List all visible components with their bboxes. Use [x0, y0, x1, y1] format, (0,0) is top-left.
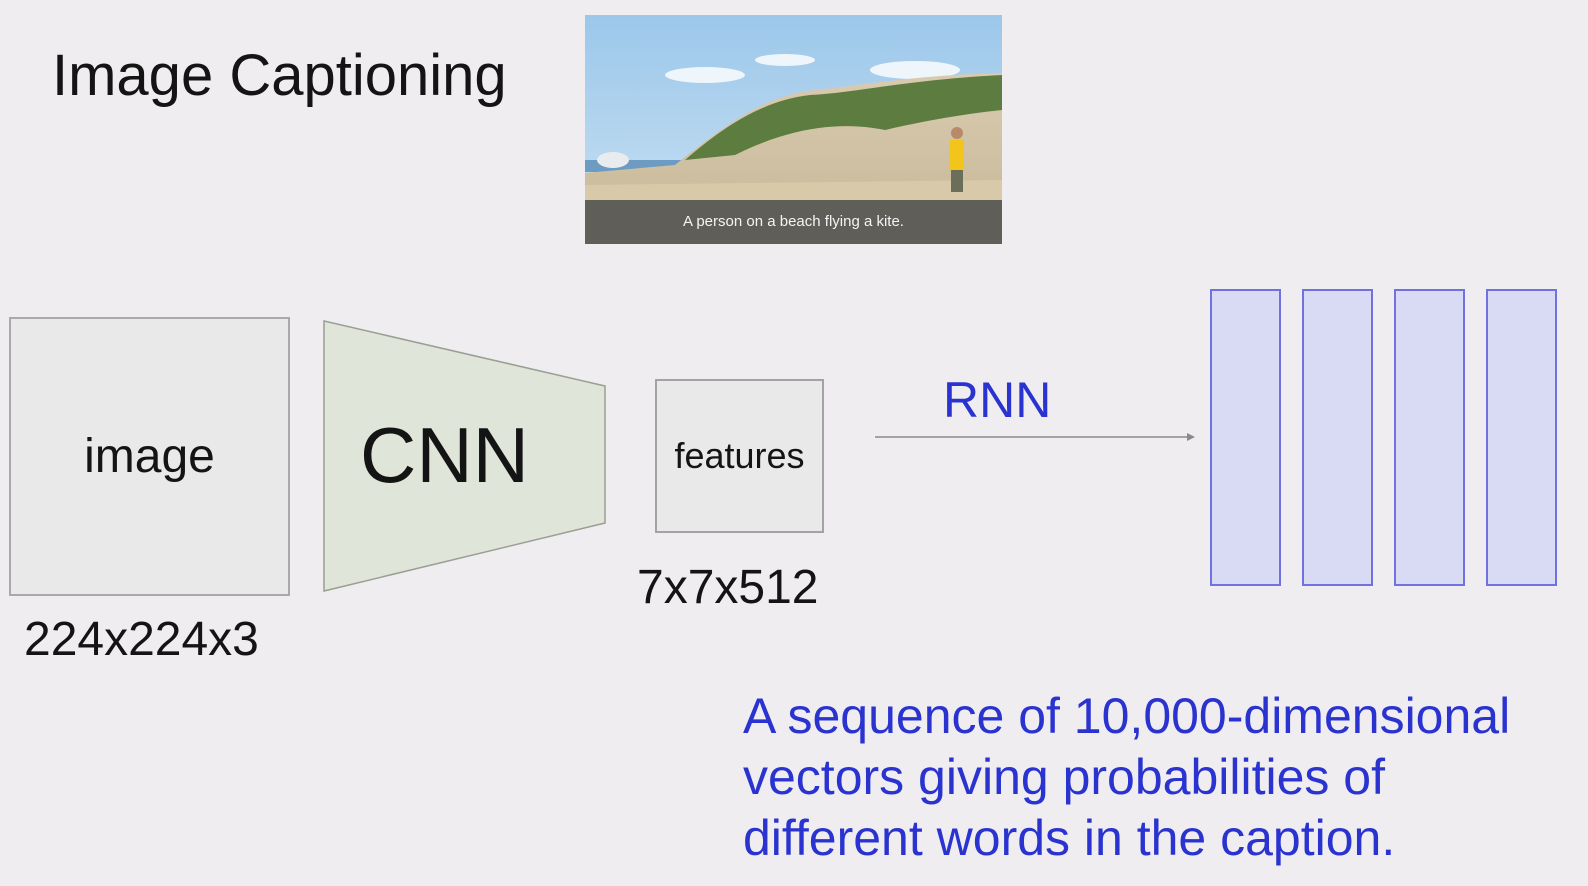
output-vector-1 — [1210, 289, 1281, 586]
input-image-dimensions: 224x224x3 — [24, 613, 259, 666]
slide-title: Image Captioning — [52, 43, 507, 108]
input-image-box: image — [9, 317, 290, 596]
photo-caption: A person on a beach flying a kite. — [585, 200, 1002, 244]
rnn-label: RNN — [943, 372, 1052, 428]
example-photo: A person on a beach flying a kite. — [585, 15, 1002, 244]
features-dimensions: 7x7x512 — [637, 561, 819, 614]
output-vector-2 — [1302, 289, 1373, 586]
rnn-arrow — [875, 433, 1195, 441]
features-label: features — [674, 435, 805, 476]
output-description: A sequence of 10,000-dimensional vectors… — [743, 688, 1511, 866]
output-vector-3 — [1394, 289, 1465, 586]
input-image-label: image — [84, 430, 215, 483]
features-box: features — [655, 379, 824, 533]
cnn-label: CNN — [360, 411, 529, 499]
slide: Image Captioning A person on a beach fly… — [0, 0, 1588, 886]
output-vector-4 — [1486, 289, 1557, 586]
